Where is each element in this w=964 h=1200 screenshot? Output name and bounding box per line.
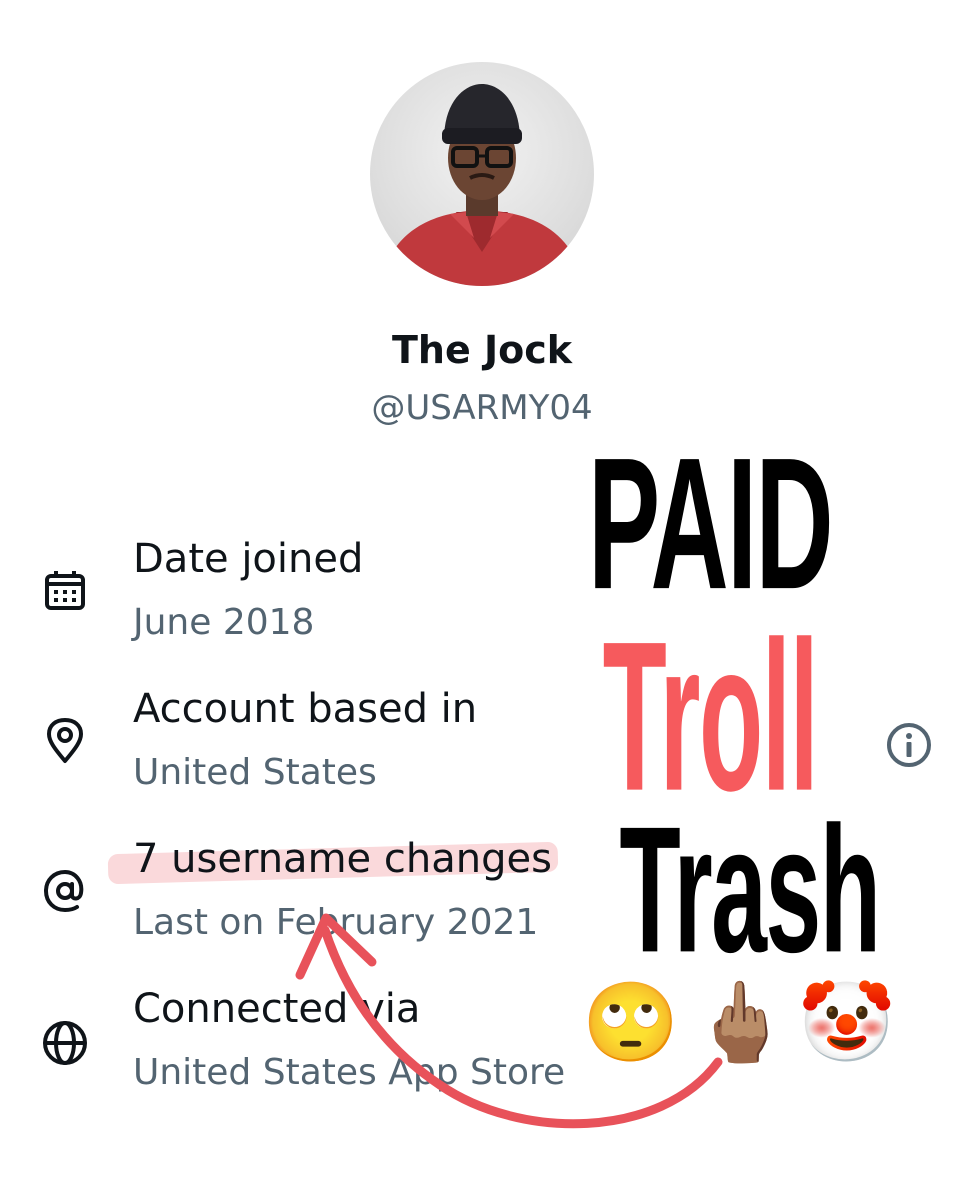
- connected-via-label: Connected via: [133, 986, 421, 1032]
- middle-finger-emoji: 🖕🏽: [692, 978, 790, 1068]
- info-icon[interactable]: [884, 720, 934, 770]
- username-changes-value: Last on February 2021: [133, 902, 539, 943]
- overlay-trash-text: Trash: [619, 789, 881, 990]
- username-changes-label: 7 username changes: [133, 836, 552, 882]
- profile-avatar[interactable]: [370, 62, 594, 286]
- date-joined-label: Date joined: [133, 536, 364, 582]
- clown-emoji: 🤡: [798, 978, 896, 1068]
- calendar-icon: [40, 566, 90, 616]
- account-based-in-value: United States: [133, 752, 377, 793]
- connected-via-value: United States App Store: [133, 1052, 566, 1093]
- at-sign-icon: [40, 866, 90, 916]
- eye-roll-emoji: 🙄: [582, 978, 680, 1068]
- date-joined-value: June 2018: [133, 602, 315, 643]
- location-pin-icon: [40, 716, 90, 766]
- account-based-in-label: Account based in: [133, 686, 478, 732]
- globe-icon: [40, 1018, 90, 1068]
- profile-name: The Jock: [391, 328, 573, 372]
